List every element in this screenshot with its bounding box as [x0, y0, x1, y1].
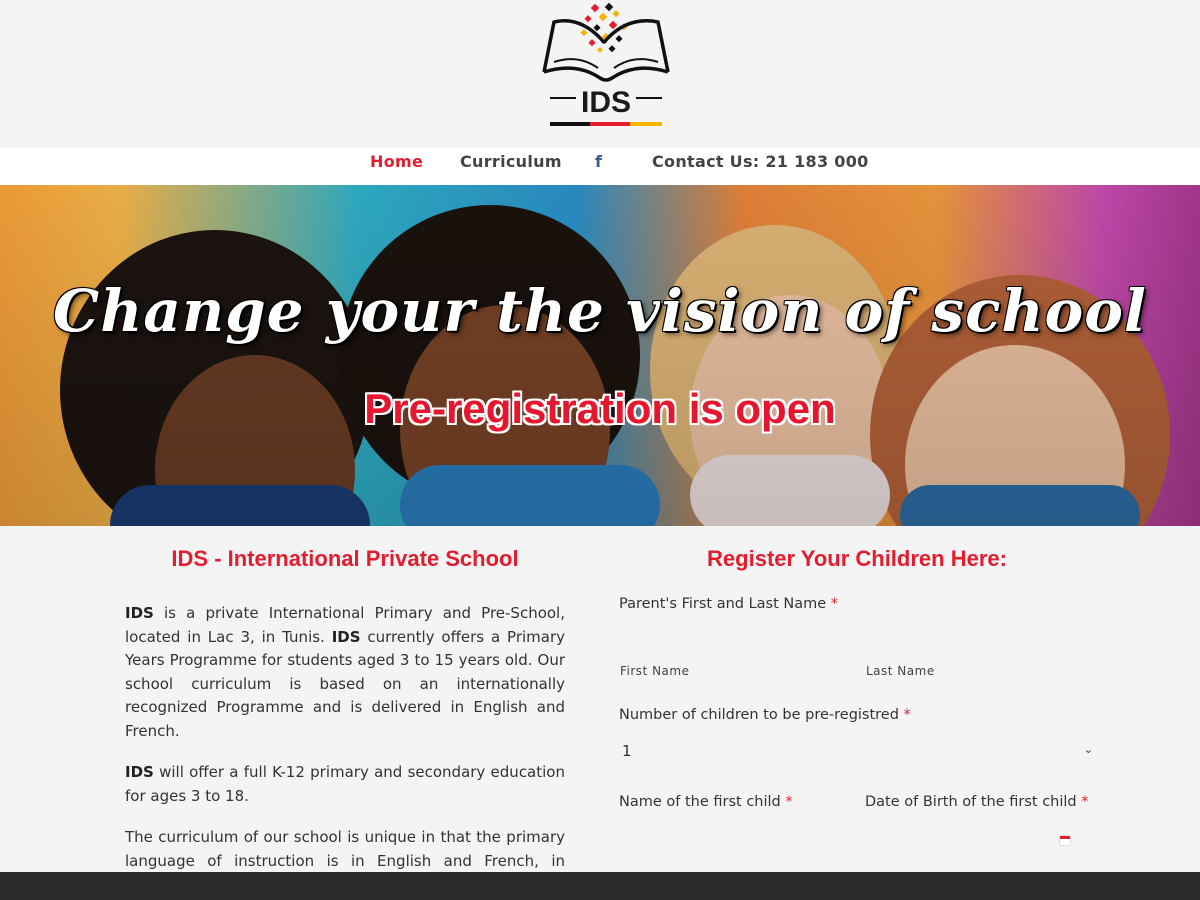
nav-contact[interactable]: Contact Us: 21 183 000	[652, 148, 869, 185]
parent-name-label: Parent's First and Last Name *	[619, 596, 839, 612]
hero-banner: Change your the vision of school Pre-reg…	[0, 185, 1200, 526]
first-name-sublabel: First Name	[620, 664, 690, 678]
main-nav: Home Curriculum f Contact Us: 21 183 000	[0, 148, 1200, 185]
about-title: IDS - International Private School	[171, 546, 519, 571]
site-header: IDS	[0, 0, 1200, 148]
last-name-sublabel: Last Name	[866, 664, 935, 678]
logo-text: IDS	[581, 86, 631, 119]
book-icon	[542, 19, 670, 82]
nav-curriculum[interactable]: Curriculum	[460, 148, 562, 185]
calendar-icon[interactable]	[1060, 836, 1070, 845]
last-name-input[interactable]	[865, 624, 1095, 654]
footer-bar	[0, 872, 1200, 900]
ids-logo[interactable]: IDS	[540, 0, 672, 130]
child-name-label: Name of the first child *	[619, 794, 793, 810]
about-paragraph-1: IDS is a private International Primary a…	[125, 604, 565, 740]
hero-subtitle: Pre-registration is open	[364, 385, 836, 432]
first-name-input[interactable]	[619, 624, 855, 654]
registration-form: Register Your Children Here: Parent's Fi…	[619, 546, 1095, 845]
nav-home[interactable]: Home	[370, 148, 423, 185]
children-count-label: Number of children to be pre-registred *	[619, 707, 911, 723]
hero-title: Change your the vision of school	[53, 277, 1147, 345]
chevron-down-icon: ⌄	[1083, 744, 1093, 756]
facebook-icon[interactable]: f	[595, 148, 609, 185]
form-title: Register Your Children Here:	[707, 546, 1007, 571]
children-count-value: 1	[622, 742, 632, 760]
child-dob-label: Date of Birth of the first child *	[865, 794, 1089, 810]
child-name-input[interactable]	[619, 822, 855, 852]
about-section: IDS - International Private School IDS i…	[125, 546, 565, 900]
about-paragraph-2: IDS will offer a full K-12 primary and s…	[125, 763, 565, 805]
